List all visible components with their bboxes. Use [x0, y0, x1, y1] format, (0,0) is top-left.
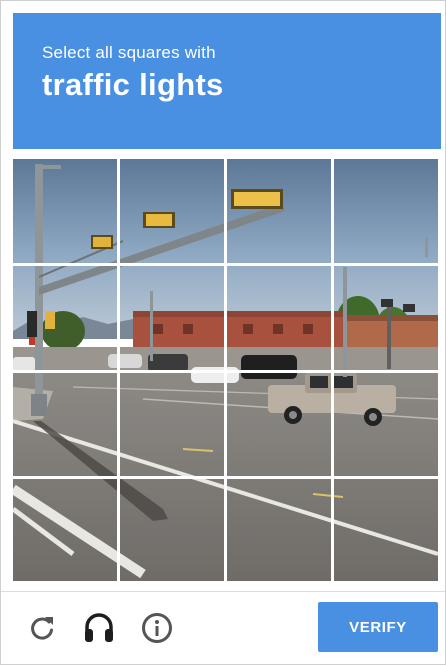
- tile-r4-c1[interactable]: [13, 479, 117, 581]
- tile-r2-c2[interactable]: [120, 266, 224, 370]
- reload-button[interactable]: [25, 611, 59, 645]
- tile-r3-c4[interactable]: [334, 373, 438, 476]
- tile-r3-c2[interactable]: [120, 373, 224, 476]
- audio-challenge-button[interactable]: [82, 611, 116, 645]
- image-grid: [13, 159, 438, 581]
- challenge-keyword: traffic lights: [42, 67, 224, 102]
- tile-r4-c4[interactable]: [334, 479, 438, 581]
- tile-r3-c3[interactable]: [227, 373, 331, 476]
- tile-r2-c1[interactable]: [13, 266, 117, 370]
- tile-r4-c2[interactable]: [120, 479, 224, 581]
- tile-r1-c2[interactable]: [120, 159, 224, 263]
- verify-button[interactable]: VERIFY: [318, 602, 438, 652]
- reload-icon: [31, 617, 53, 640]
- challenge-header: Select all squares with traffic lights: [13, 13, 441, 149]
- headphones-icon: [85, 613, 113, 642]
- info-icon: [142, 613, 172, 643]
- tile-r3-c1[interactable]: [13, 373, 117, 476]
- tile-r2-c3[interactable]: [227, 266, 331, 370]
- instruction-text: Select all squares with: [42, 43, 216, 62]
- tile-r4-c3[interactable]: [227, 479, 331, 581]
- tile-r2-c4[interactable]: [334, 266, 438, 370]
- info-button[interactable]: [140, 611, 174, 645]
- footer-divider: [1, 591, 445, 592]
- tile-r1-c3[interactable]: [227, 159, 331, 263]
- captcha-dialog: Select all squares with traffic lights V…: [0, 0, 446, 665]
- tile-r1-c4[interactable]: [334, 159, 438, 263]
- tile-r1-c1[interactable]: [13, 159, 117, 263]
